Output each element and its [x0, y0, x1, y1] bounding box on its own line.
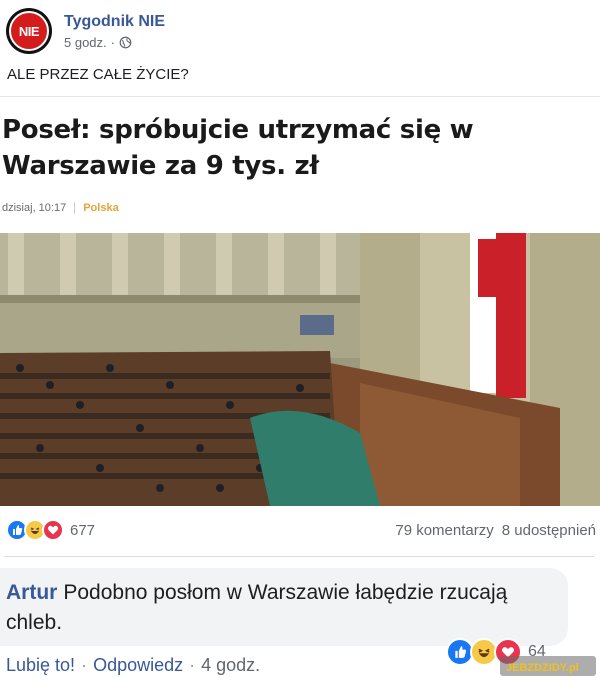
post-reactions[interactable]: 677: [6, 519, 95, 541]
article-category[interactable]: Polska: [83, 202, 118, 214]
comments-count[interactable]: 79 komentarzy: [395, 522, 493, 539]
post-time[interactable]: 5 godz.: [64, 35, 107, 50]
article-meta: dzisiaj, 10:17 Polska: [2, 202, 119, 214]
stats-row: 677 79 komentarzy 8 udostępnień: [6, 518, 596, 542]
action-separator: ·: [189, 655, 196, 675]
post-meta: 5 godz. ·: [64, 35, 165, 50]
action-separator: ·: [81, 655, 88, 675]
post-text: ALE PRZEZ CAŁE ŻYCIE?: [7, 66, 189, 83]
comment-body: Artur Podobno posłom w Warszawie łabędzie…: [6, 578, 562, 638]
comment-author[interactable]: Artur: [6, 581, 57, 604]
divider: [4, 556, 594, 557]
meta-separator: ·: [110, 35, 115, 50]
love-icon: [42, 519, 64, 541]
nie-logo: NIE: [9, 11, 49, 51]
page-name-link[interactable]: Tygodnik NIE: [64, 12, 165, 32]
comment-actions: Lubię to! · Odpowiedz · 4 godz.: [6, 655, 260, 676]
shares-count[interactable]: 8 udostępnień: [502, 522, 596, 539]
header-text: Tygodnik NIE 5 godz. ·: [64, 12, 165, 50]
comment-text: Podobno posłom w Warszawie łabędzie rzuc…: [6, 581, 508, 634]
reply-button[interactable]: Odpowiedz: [93, 655, 183, 676]
logo-text: NIE: [18, 23, 40, 39]
page-avatar[interactable]: NIE: [6, 8, 52, 54]
watermark-logo: JEBZDZIDY.pl: [500, 656, 596, 676]
parliament-photo[interactable]: [0, 233, 600, 506]
watermark-text: JEBZDZIDY.pl: [506, 662, 579, 674]
comment-bubble: Artur Podobno posłom w Warszawie łabędzie…: [0, 568, 568, 646]
post-header: NIE Tygodnik NIE 5 godz. ·: [6, 6, 165, 56]
divider: [0, 96, 600, 97]
globe-icon[interactable]: [119, 36, 132, 49]
article-date: dzisiaj, 10:17: [2, 202, 67, 214]
like-button[interactable]: Lubię to!: [6, 655, 75, 676]
stats-counts: 79 komentarzy 8 udostępnień: [395, 522, 596, 539]
reaction-count[interactable]: 677: [70, 522, 95, 539]
article-title[interactable]: Poseł: spróbujcie utrzymać się w Warszaw…: [2, 112, 522, 184]
meta-divider: [74, 202, 76, 214]
parliament-illustration: [0, 233, 600, 506]
comment-time[interactable]: 4 godz.: [201, 655, 260, 676]
